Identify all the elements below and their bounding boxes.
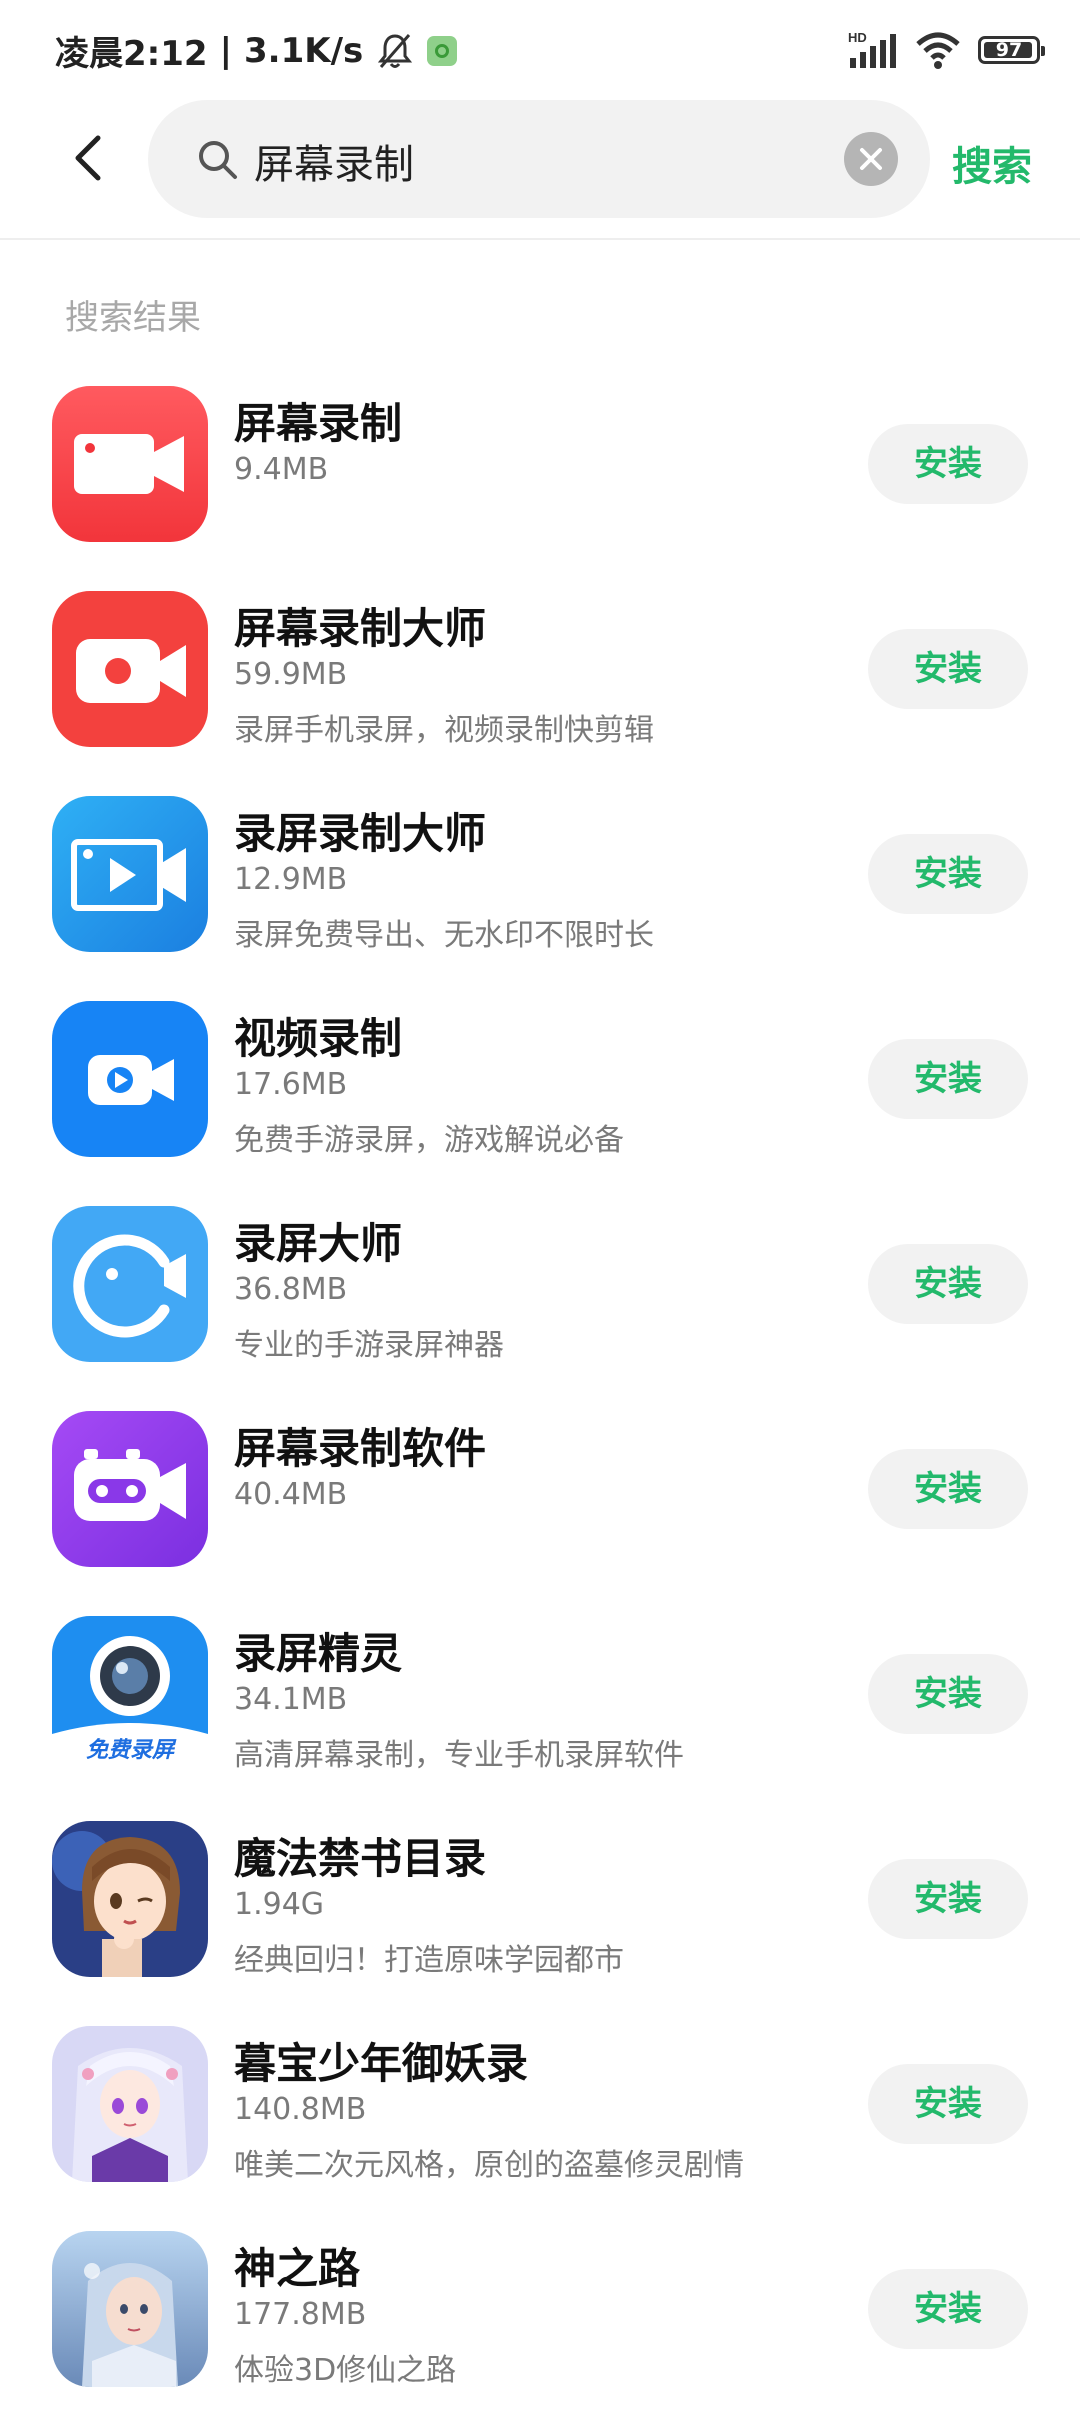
fantasy-heroine-icon[interactable]	[52, 2231, 208, 2387]
battery-icon: 97	[978, 36, 1045, 64]
app-icon-caption: 免费录屏	[85, 1738, 174, 1763]
search-header: 屏幕录制 搜索	[0, 100, 1080, 240]
bell-muted-icon	[378, 33, 413, 68]
app-size: 12.9MB	[234, 862, 348, 897]
anime-girl-icon[interactable]	[52, 1821, 208, 1977]
play-camera-icon[interactable]	[52, 796, 208, 952]
app-description: 高清屏幕录制，专业手机录屏软件	[234, 1738, 684, 1773]
app-description: 录屏手机录屏，视频录制快剪辑	[234, 713, 654, 748]
network-type-label: HD	[848, 30, 867, 45]
wifi-icon	[916, 32, 960, 69]
app-name[interactable]: 神之路	[234, 2235, 360, 2296]
result-item[interactable]: 录屏录制大师 12.9MB 录屏免费导出、无水印不限时长 安装	[0, 790, 1080, 995]
app-description: 经典回归！打造原味学园都市	[234, 1943, 624, 1978]
status-time: 凌晨2:12	[55, 34, 208, 74]
install-button[interactable]: 安装	[868, 1654, 1028, 1734]
app-name[interactable]: 屏幕录制软件	[234, 1415, 486, 1476]
app-name[interactable]: 录屏精灵	[234, 1620, 402, 1681]
video-camera-icon[interactable]	[52, 386, 208, 542]
app-size: 140.8MB	[234, 2092, 367, 2127]
close-icon	[860, 148, 882, 170]
app-size: 9.4MB	[234, 452, 329, 487]
app-name[interactable]: 视频录制	[234, 1005, 402, 1066]
app-description: 专业的手游录屏神器	[234, 1328, 504, 1363]
result-item[interactable]: 魔法禁书目录 1.94G 经典回归！打造原味学园都市 安装	[0, 1815, 1080, 2020]
app-notification-icon	[427, 35, 458, 66]
app-size: 36.8MB	[234, 1272, 348, 1307]
app-name[interactable]: 录屏大师	[234, 1210, 402, 1271]
app-name[interactable]: 魔法禁书目录	[234, 1825, 486, 1886]
lens-icon[interactable]: 免费录屏	[52, 1616, 208, 1772]
result-item[interactable]: 屏幕录制 9.4MB 安装	[0, 380, 1080, 585]
install-button[interactable]: 安装	[868, 629, 1028, 709]
install-button[interactable]: 安装	[868, 424, 1028, 504]
search-icon	[199, 141, 237, 179]
record-camera-icon[interactable]	[52, 591, 208, 747]
install-button[interactable]: 安装	[868, 834, 1028, 914]
result-item[interactable]: 免费录屏 录屏精灵 34.1MB 高清屏幕录制，专业手机录屏软件 安装	[0, 1610, 1080, 1815]
clear-search-button[interactable]	[844, 132, 898, 186]
app-size: 177.8MB	[234, 2297, 367, 2332]
app-description: 免费手游录屏，游戏解说必备	[234, 1123, 624, 1158]
anime-fairy-icon[interactable]	[52, 2026, 208, 2182]
result-item[interactable]: 屏幕录制大师 59.9MB 录屏手机录屏，视频录制快剪辑 安装	[0, 585, 1080, 790]
result-item[interactable]: 录屏大师 36.8MB 专业的手游录屏神器 安装	[0, 1200, 1080, 1405]
search-button[interactable]: 搜索	[952, 134, 1032, 192]
signal-icon: HD	[848, 30, 896, 68]
result-item[interactable]: 屏幕录制软件 40.4MB 安装	[0, 1405, 1080, 1610]
app-size: 1.94G	[234, 1887, 325, 1922]
app-size: 40.4MB	[234, 1477, 348, 1512]
install-button[interactable]: 安装	[868, 1859, 1028, 1939]
status-right: HD 97	[848, 30, 1045, 70]
result-item[interactable]: 神之路 177.8MB 体验3D修仙之路 安装	[0, 2225, 1080, 2430]
install-button[interactable]: 安装	[868, 1449, 1028, 1529]
result-item[interactable]: 视频录制 17.6MB 免费手游录屏，游戏解说必备 安装	[0, 995, 1080, 1200]
result-list: 屏幕录制 9.4MB 安装 屏幕录制大师 59.9MB 录屏手机录屏，视频录制快剪辑 安装录…	[0, 380, 1080, 2430]
install-button[interactable]: 安装	[868, 1039, 1028, 1119]
app-name[interactable]: 屏幕录制大师	[234, 595, 486, 656]
app-description: 唯美二次元风格，原创的盗墓修灵剧情	[234, 2148, 744, 2183]
app-size: 17.6MB	[234, 1067, 348, 1102]
chevron-left-icon	[75, 135, 101, 181]
video-play-icon[interactable]	[52, 1001, 208, 1157]
app-name[interactable]: 屏幕录制	[234, 390, 402, 451]
search-input[interactable]: 屏幕录制	[148, 100, 930, 218]
status-left: 凌晨2:12 | 3.1K/s	[55, 26, 458, 75]
status-bar: 凌晨2:12 | 3.1K/s HD 97	[0, 0, 1080, 100]
app-description: 体验3D修仙之路	[234, 2353, 457, 2388]
app-name[interactable]: 录屏录制大师	[234, 800, 486, 861]
result-item[interactable]: 暮宝少年御妖录 140.8MB 唯美二次元风格，原创的盗墓修灵剧情 安装	[0, 2020, 1080, 2225]
app-description: 录屏免费导出、无水印不限时长	[234, 918, 654, 953]
network-speed: 3.1K/s	[244, 30, 364, 71]
section-title: 搜索结果	[65, 298, 201, 338]
app-size: 34.1MB	[234, 1682, 348, 1717]
back-button[interactable]	[60, 128, 120, 188]
install-button[interactable]: 安装	[868, 2269, 1028, 2349]
status-separator: |	[219, 30, 232, 71]
battery-level: 97	[995, 39, 1023, 61]
install-button[interactable]: 安装	[868, 2064, 1028, 2144]
circle-camera-icon[interactable]	[52, 1206, 208, 1362]
robot-camera-icon[interactable]	[52, 1411, 208, 1567]
install-button[interactable]: 安装	[868, 1244, 1028, 1324]
app-size: 59.9MB	[234, 657, 348, 692]
app-name[interactable]: 暮宝少年御妖录	[234, 2030, 528, 2091]
search-query[interactable]: 屏幕录制	[254, 132, 414, 190]
